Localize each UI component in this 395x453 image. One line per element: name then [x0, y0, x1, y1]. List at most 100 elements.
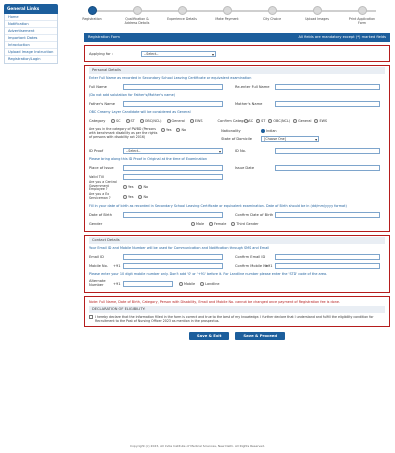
category-label: Category	[89, 118, 106, 123]
save-exit-button[interactable]: Save & Exit	[188, 332, 230, 340]
category-ews-radio[interactable]	[189, 118, 194, 123]
personal-section-header: Personal Details	[89, 67, 385, 74]
sidebar-item-notification[interactable]: Notification	[5, 21, 57, 28]
fathers-name-label: Father's Name	[89, 101, 115, 106]
ex-serviceman-yes-radio[interactable]	[123, 195, 127, 199]
declaration-checkbox[interactable]	[89, 315, 93, 319]
valid-till-label: Valid Till	[89, 174, 104, 179]
alt-mobile-radio[interactable]	[179, 281, 183, 286]
footer-note: Note: Full Name, Date of Birth, Category…	[89, 300, 341, 304]
central-govt-no-radio[interactable]	[138, 184, 143, 189]
place-of-issue-input[interactable]	[123, 164, 223, 171]
obc-note: OBC Creamy Layer Candidate will be consi…	[89, 110, 191, 114]
confirm-general-radio[interactable]	[293, 118, 298, 123]
confirm-sc-radio[interactable]	[243, 118, 248, 123]
sidebar-item-advertisement[interactable]: Advertisement	[5, 28, 57, 35]
valid-till-input[interactable]	[123, 173, 223, 180]
gender-third-label: Third Gender	[236, 221, 259, 226]
pwbd-no-radio[interactable]	[176, 128, 181, 132]
step-dot-icon	[312, 6, 322, 15]
category-sc-label: SC	[116, 118, 121, 123]
confirm-ews-radio[interactable]	[314, 118, 319, 123]
contact-details-box: Contact Details Your Email ID and Mobile…	[84, 235, 390, 293]
sidebar-item-introduction[interactable]: Introduction	[5, 42, 57, 49]
id-no-input[interactable]	[275, 147, 380, 154]
sidebar-item-important-dates[interactable]: Important Dates	[5, 35, 57, 42]
nationality-indian-radio[interactable]	[261, 129, 266, 133]
step-label: Make Payment	[215, 17, 239, 21]
sidebar: General Links Home Notification Advertis…	[4, 4, 58, 64]
contact-section-header: Contact Details	[89, 237, 385, 244]
step-dot-icon	[87, 6, 97, 15]
gender-male-radio[interactable]	[191, 221, 195, 226]
place-of-issue-label: Place of Issue	[89, 165, 114, 170]
id-note: Please bring along this ID Proof in Orig…	[89, 157, 208, 161]
step-registration: Registration	[75, 6, 109, 21]
step-dot-icon	[222, 6, 232, 15]
sidebar-item-registration-login[interactable]: Registration/Login	[5, 56, 57, 63]
required-note: All fields are mandatory except (*) mark…	[298, 35, 386, 39]
issue-date-label: Issue Date	[235, 165, 255, 170]
pwbd-yes-radio[interactable]	[161, 128, 165, 132]
name-note: Enter Full Name as recorded in Secondary…	[89, 76, 252, 80]
mothers-name-input[interactable]	[275, 100, 380, 107]
email-input[interactable]	[123, 253, 223, 260]
step-dot-icon	[132, 6, 142, 15]
gender-female-radio[interactable]	[209, 221, 214, 226]
mobile-label: Mobile No.	[89, 263, 108, 268]
central-govt-question: Are you a Central Government Employee ?	[89, 180, 117, 192]
ex-serviceman-question: Are you a Ex Serviceman ?	[89, 192, 111, 200]
category-st-radio[interactable]	[125, 118, 130, 123]
sidebar-title: General Links	[4, 4, 58, 14]
alt-landline-radio[interactable]	[200, 281, 205, 286]
declaration-title: DECLARATION OF ELIGIBILITY:	[89, 306, 385, 313]
confirm-dob-input[interactable]	[275, 211, 380, 218]
copyright-footer: Copyright (c) 2023, All India Institute …	[129, 444, 266, 448]
pwbd-question: Are you in the category of PWBD (Persons…	[89, 127, 158, 139]
central-govt-no-label: No	[143, 184, 149, 189]
registration-page: General Links Home Notification Advertis…	[0, 0, 395, 453]
parents-note: (Do not add salutation for Father's/Moth…	[89, 93, 176, 97]
sidebar-item-home[interactable]: Home	[5, 14, 57, 21]
step-payment: Make Payment	[210, 6, 244, 21]
state-domicile-label: State of Domicile	[221, 137, 253, 141]
category-sc-radio[interactable]	[111, 118, 115, 123]
re-enter-full-name-input[interactable]	[275, 83, 380, 90]
dob-input[interactable]	[123, 211, 223, 218]
sidebar-item-upload-instruction[interactable]: Upload Image Instruction	[5, 49, 57, 56]
confirm-email-input[interactable]	[275, 253, 380, 260]
mobile-input[interactable]	[123, 262, 223, 269]
ex-serviceman-no-radio[interactable]	[138, 195, 143, 199]
form-title: Registration Form	[88, 35, 120, 39]
full-name-input[interactable]	[123, 83, 223, 90]
mobile-code: +91	[113, 263, 121, 268]
step-label: Experience Details	[167, 17, 197, 21]
alternate-number-input[interactable]	[123, 280, 173, 287]
confirm-mobile-input[interactable]	[275, 262, 380, 269]
save-proceed-button[interactable]: Save & Proceed	[235, 332, 286, 340]
nationality-indian-label: Indian	[266, 129, 277, 133]
confirm-ews-label: EWS	[319, 118, 328, 123]
state-domicile-select[interactable]: [Choose One]	[261, 136, 320, 142]
step-dot-icon	[267, 6, 277, 15]
ex-serviceman-no-label: No	[143, 195, 149, 199]
id-proof-select[interactable]: --Select--	[123, 147, 223, 154]
applying-for-select[interactable]: --Select--	[141, 50, 216, 57]
category-st-label: ST	[130, 118, 135, 123]
step-upload-images: Upload Images	[300, 6, 334, 21]
category-obc-radio[interactable]	[139, 118, 144, 123]
issue-date-input[interactable]	[275, 164, 380, 171]
confirm-st-radio[interactable]	[256, 118, 261, 123]
step-dot-icon	[177, 6, 187, 15]
fathers-name-input[interactable]	[123, 100, 223, 107]
central-govt-yes-radio[interactable]	[123, 184, 127, 189]
ex-serviceman-yes-label: Yes	[128, 195, 134, 199]
confirm-mobile-label: Confirm Mobile No.	[235, 263, 270, 268]
gender-third-radio[interactable]	[231, 221, 236, 226]
re-enter-full-name-label: Re-enter Full Name	[235, 84, 270, 89]
alternate-note: Please enter your 10 digit mobile number…	[89, 272, 328, 276]
confirm-obc-radio[interactable]	[268, 118, 273, 123]
form-buttons: Save & Exit Save & Proceed	[84, 332, 390, 340]
confirm-obc-label: OBC(NCL)	[273, 118, 291, 123]
category-general-radio[interactable]	[166, 118, 171, 123]
